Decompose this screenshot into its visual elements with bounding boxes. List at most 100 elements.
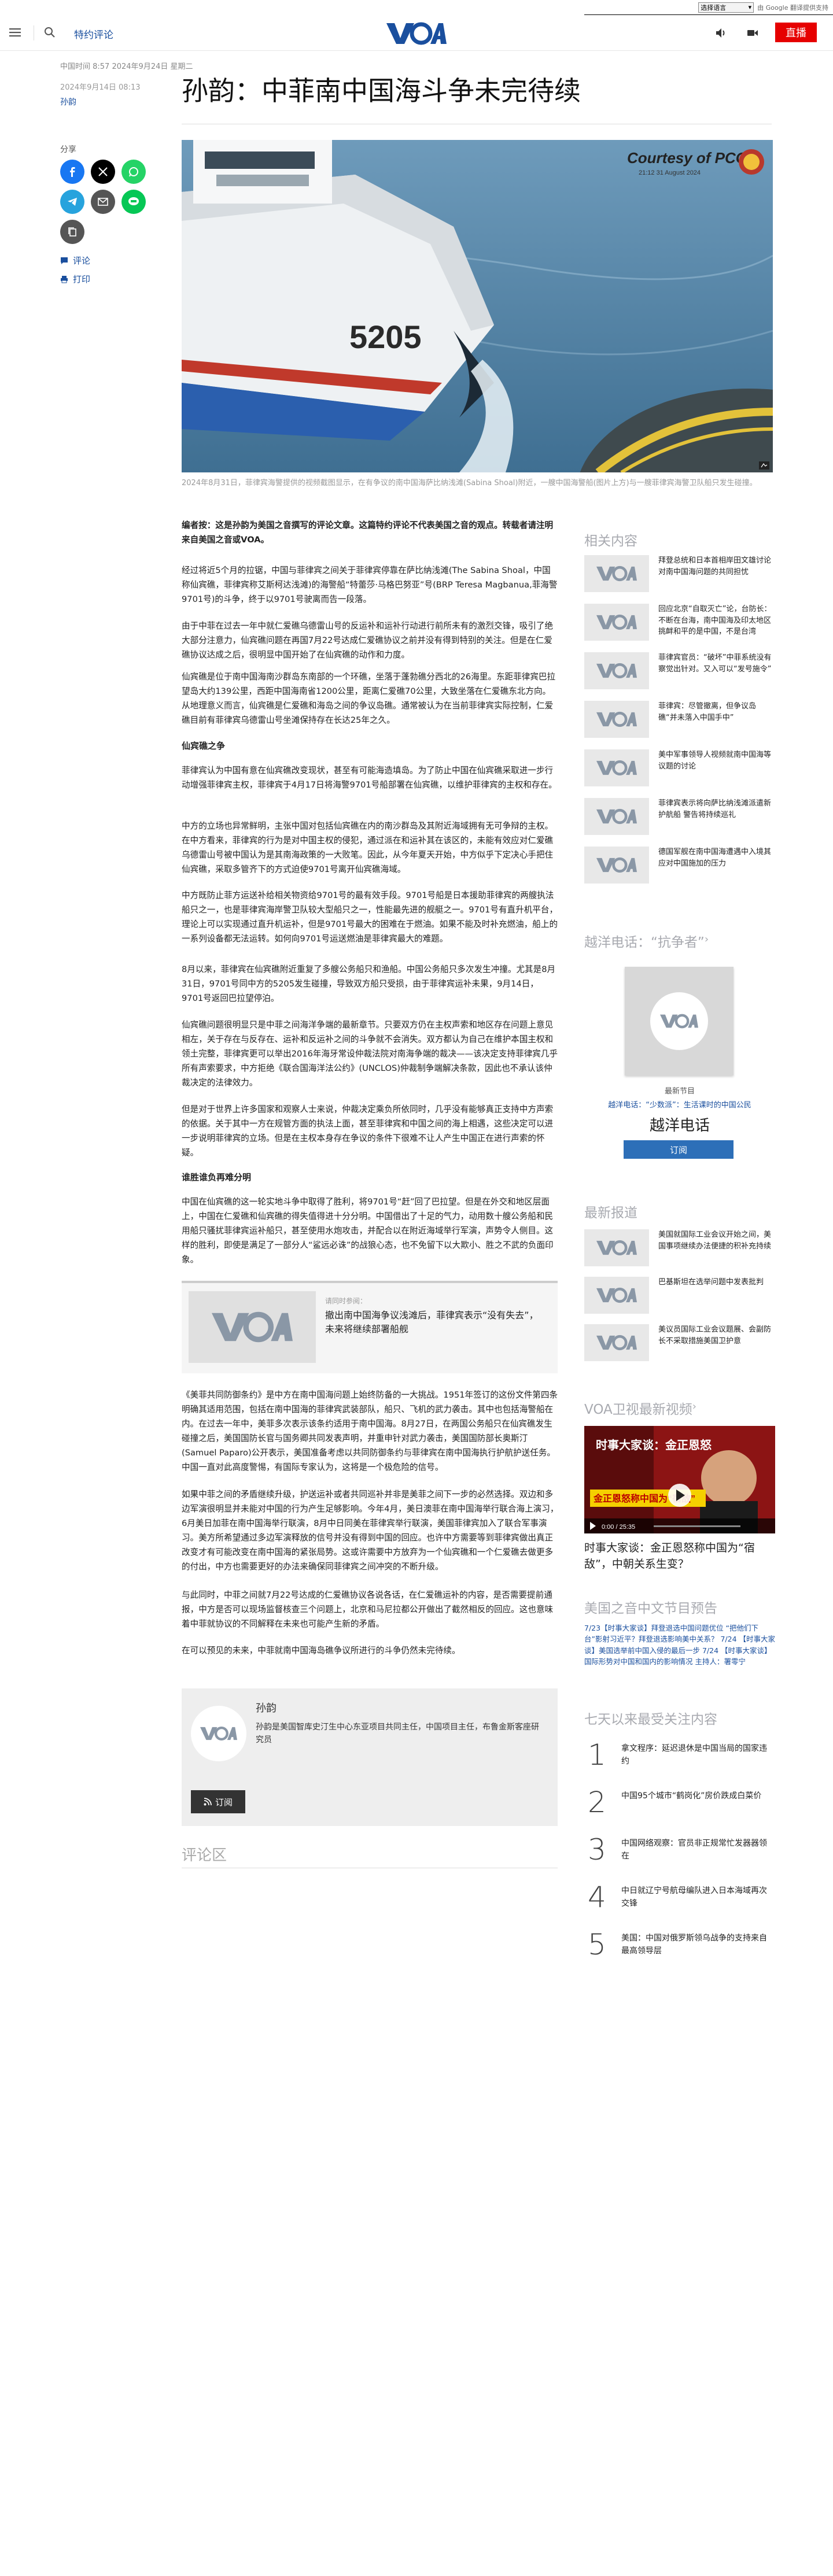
related-item-title: 菲律宾：尽管撤离，但争议岛礁“并未落入中国手中” (658, 702, 757, 722)
paragraph: 菲律宾认为中国有意在仙宾礁改变现状，甚至有可能海造填岛。为了防止中国在仙宾礁采取… (182, 766, 557, 790)
related-thumb (584, 798, 649, 835)
paragraph: 在可以预见的未来，中菲就南中国海岛礁争议所进行的斗争仍然未完待续。 (182, 1646, 460, 1655)
related-item-title: 拜登总统和日本首相岸田文雄讨论对南中国海问题的共同担忧 (658, 556, 772, 576)
image-badge: Courtesy of PCG (627, 149, 747, 167)
popular-rank: 3 (588, 1833, 606, 1867)
paragraph: 中国在仙宾礁的这一轮实地斗争中取得了胜利，将9701号“赶”回了巴拉望。但是在外… (182, 1197, 554, 1265)
paragraph: 仙宾礁是位于南中国海南沙群岛东南部的一个环礁，坐落于蓬勃礁分西北的26海里。东距… (182, 672, 556, 726)
related-thumb (189, 1291, 316, 1363)
radio-subscribe-button[interactable]: 订阅 (624, 1140, 734, 1159)
popular-item-title: 美国：中国对俄罗斯领乌战争的支持来自最高领导层 (621, 1934, 767, 1956)
telegram-icon[interactable] (60, 190, 84, 214)
video-thumb-title: 时事大家谈：金正恩怒 (596, 1438, 712, 1452)
editor-note: 编者按：这是孙韵为美国之音撰写的评论文章。这篇特约评论不代表美国之音的观点。转载… (182, 520, 554, 545)
paragraph: 如果中菲之间的矛盾继续升级，护送运补或者共同巡补并非是美菲之间下一步的必然选择。… (182, 1490, 559, 1572)
popular-item-title: 中国网络观察：官员非正规常忙发器器领在 (621, 1839, 767, 1861)
subhead: 谁胜谁负再难分明 (182, 1172, 252, 1182)
related-thumb (584, 604, 649, 641)
voa-logo[interactable] (386, 22, 447, 45)
related-item-title: 菲律宾表示将向萨比纳浅滩派遣新护航船 警告将持续巡礼 (658, 799, 772, 819)
related-item-title: 巴基斯坦在选举问题中发表批判 (658, 1278, 764, 1287)
related-thumb (584, 847, 649, 884)
search-icon[interactable] (44, 27, 56, 38)
author-subscribe-button[interactable]: 订阅 (191, 1790, 245, 1813)
related-item[interactable]: 美中军事领导人视频就南中国海等议题的讨论 (584, 749, 775, 790)
popular-item[interactable]: 3 中国网络观察：官员非正规常忙发器器领在 (584, 1835, 775, 1876)
related-thumb (584, 1277, 649, 1314)
related-item[interactable]: 菲律宾官员：“破坏”中菲系统没有察觉出针对。又入可以“发号施令” (584, 652, 775, 693)
paragraph: 经过将近5个月的拉锯，中国与菲律宾之间关于菲律宾停靠在萨比纳浅滩(The Sab… (182, 566, 558, 605)
inline-related-card[interactable]: 请同时参阅： 撤出南中国海争议浅滩后，菲律宾表示“没有失去”，未来将继续部署船舰 (182, 1281, 558, 1373)
live-button[interactable]: 直播 (775, 23, 817, 42)
author-link[interactable]: 孙韵 (60, 96, 76, 108)
ship-number: 5205 (349, 319, 422, 355)
related-item[interactable]: 美议员国际工业会议题展、会副防长不采取措施美国卫护意 (584, 1324, 775, 1365)
comment-icon (61, 257, 68, 264)
popular-section-title: 七天以来最受关注内容 (584, 1712, 717, 1727)
related-thumb (584, 1324, 649, 1361)
preview-text[interactable]: 7/23【时事大家谈】拜登退选中国问题优位 “把他们下台”影射习近平？拜登退选影… (584, 1623, 775, 1668)
email-icon[interactable] (91, 190, 115, 214)
popular-item[interactable]: 1 拿文程序：延迟退休是中国当局的国家违约 (584, 1740, 775, 1781)
copy-link-icon[interactable] (60, 220, 84, 244)
author-name: 孙韵 (256, 1702, 277, 1714)
related-item[interactable]: 菲律宾表示将向萨比纳浅滩派遣新护航船 警告将持续巡礼 (584, 798, 775, 838)
publish-date: 2024年9月14日 08:13 (60, 83, 141, 92)
subhead: 仙宾礁之争 (182, 741, 226, 751)
related-item[interactable]: 巴基斯坦在选举问题中发表批判 (584, 1277, 775, 1317)
video-time: 0:00 / 25:35 (602, 1524, 635, 1531)
related-item-title: 回应北京“自取灭亡”论，台防长：不断在台海，南中国海及印太地区挑衅和平的是中国，… (658, 605, 772, 636)
hero-image: 5205 Courtesy of PCG 21:12 31 August 202… (182, 140, 773, 472)
related-thumb (584, 652, 649, 689)
popular-rank: 2 (588, 1786, 606, 1819)
video-icon[interactable] (746, 27, 759, 39)
related-item[interactable]: 美国就国际工业会议开始之间，美国事项继续办法便捷的积补充持续 (584, 1229, 775, 1270)
popular-item-title: 拿文程序：延迟退休是中国当局的国家违约 (621, 1744, 767, 1766)
paragraph: 中方的立场也异常鲜明，主张中国对包括仙宾礁在内的南沙群岛及其附近海域拥有无可争辩… (182, 821, 554, 875)
paragraph: 由于中菲在过去一年中就仁爱礁乌德雷山号的反运补和运补行动进行前所未有的激烈交锋，… (182, 621, 554, 660)
related-thumb (584, 749, 649, 786)
comment-link[interactable]: 评论 (60, 254, 90, 267)
popular-rank: 5 (588, 1928, 606, 1961)
author-bio: 孙韵是美国智库史汀生中心东亚项目共同主任，中国项目主任，布鲁金斯客座研究员 (256, 1723, 539, 1745)
related-item[interactable]: 德国军舰在南中国海遭遇中入境其应对中国施加的压力 (584, 847, 775, 887)
rss-icon (204, 1798, 212, 1806)
video-player[interactable]: 时事大家谈：金正恩怒 金正恩怒称中国为“宿敌” 0:00 / 25:35 (584, 1426, 775, 1533)
image-caption: 2024年8月31日，菲律宾海警提供的视频截图显示，在有争议的南中国海萨比纳浅滩… (182, 479, 757, 487)
paragraph: 《美菲共同防御条约》是中方在南中国海问题上始终防备的一大挑战。1951年签订的这… (182, 1390, 558, 1473)
print-icon (61, 275, 68, 283)
related-item-title: 美议员国际工业会议题展、会副防长不采取措施美国卫护意 (658, 1325, 772, 1346)
facebook-icon[interactable] (60, 160, 84, 184)
popular-item[interactable]: 5 美国：中国对俄罗斯领乌战争的支持来自最高领导层 (584, 1930, 775, 1971)
video-caption[interactable]: 时事大家谈：金正恩怒称中国为“宿敌”，中朝关系生变？ (584, 1540, 775, 1572)
line-icon[interactable] (121, 190, 146, 214)
audio-icon[interactable] (715, 27, 728, 39)
video-section-title[interactable]: VOA卫视最新视频 › (584, 1398, 696, 1418)
paragraph: 与此同时，中菲之间就7月22号达成的仁爱礁协议各说各话，在仁爱礁运补的内容，是否… (182, 1590, 554, 1629)
related-item-title: 美国就国际工业会议开始之间，美国事项继续办法便捷的积补充持续 (658, 1230, 772, 1251)
paragraph: 仙宾礁问题很明显只是中菲之间海洋争端的最新章节。只要双方仍在主权声索和地区存在问… (182, 1020, 558, 1088)
popular-item[interactable]: 2 中国95个城市“鹤岗化”房价跌成白菜价 (584, 1788, 775, 1828)
related-thumb (584, 701, 649, 738)
popular-item[interactable]: 4 中日就辽宁号航母编队进入日本海域再次交锋 (584, 1883, 775, 1923)
popular-item-title: 中国95个城市“鹤岗化”房价跌成白菜价 (621, 1791, 762, 1801)
popular-item-title: 中日就辽宁号航母编队进入日本海域再次交锋 (621, 1886, 767, 1908)
radio-cover[interactable] (625, 967, 734, 1076)
page-title: 孙韵：中菲南中国海斗争未完待续 (182, 75, 581, 106)
radio-name: 越洋电话 (649, 1117, 710, 1134)
x-twitter-icon[interactable] (91, 160, 115, 184)
menu-icon[interactable] (9, 27, 22, 38)
radio-section-title[interactable]: 越洋电话：“抗争者” › (584, 931, 709, 951)
radio-episode-link[interactable]: 越洋电话：“少数派”：生活课时的中国公民 (584, 1099, 775, 1110)
popular-rank: 4 (588, 1880, 606, 1914)
related-item[interactable]: 菲律宾：尽管撤离，但争议岛礁“并未落入中国手中” (584, 701, 775, 741)
related-item-title: 菲律宾官员：“破坏”中菲系统没有察觉出针对。又入可以“发号施令” (658, 653, 772, 674)
related-item[interactable]: 回应北京“自取灭亡”论，台防长：不断在台海，南中国海及印太地区挑衅和平的是中国，… (584, 604, 775, 644)
language-select[interactable]: 选择语言 ▾ (698, 2, 754, 13)
related-item[interactable]: 拜登总统和日本首相岸田文雄讨论对南中国海问题的共同担忧 (584, 555, 775, 596)
topic-link[interactable]: 特约评论 (74, 27, 113, 41)
whatsapp-icon[interactable] (121, 160, 146, 184)
image-badge-time: 21:12 31 August 2024 (639, 169, 701, 176)
avatar (191, 1706, 246, 1761)
print-link[interactable]: 打印 (60, 273, 90, 285)
